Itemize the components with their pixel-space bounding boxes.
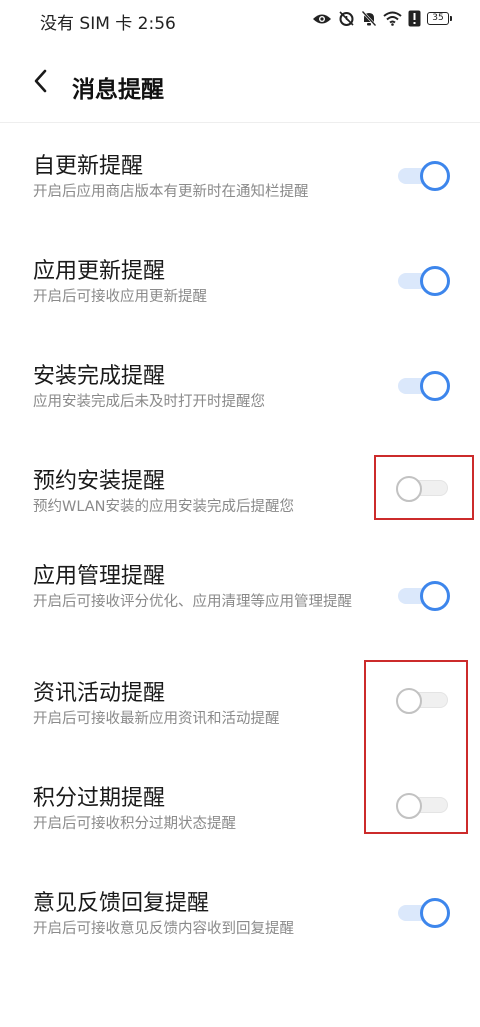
highlight-box	[364, 660, 468, 834]
toggle-switch[interactable]	[396, 371, 450, 401]
setting-description: 开启后可接收最新应用资讯和活动提醒	[33, 711, 280, 727]
toggle-switch[interactable]	[396, 266, 450, 296]
chevron-left-icon	[33, 69, 49, 97]
toggle-switch[interactable]	[396, 898, 450, 928]
header: 消息提醒	[0, 60, 480, 110]
setting-title: 资讯活动提醒	[33, 681, 166, 706]
status-bar: 没有 SIM 卡 2:56 35	[0, 0, 480, 38]
header-divider	[0, 122, 480, 123]
setting-title: 自更新提醒	[33, 154, 144, 179]
alert-icon	[408, 10, 421, 27]
battery-icon: 35	[427, 12, 452, 25]
setting-description: 开启后应用商店版本有更新时在通知栏提醒	[33, 184, 309, 200]
setting-description: 开启后可接收评分优化、应用清理等应用管理提醒	[33, 594, 352, 610]
back-button[interactable]	[24, 66, 58, 100]
setting-title: 意见反馈回复提醒	[33, 891, 210, 916]
setting-title: 应用更新提醒	[33, 259, 166, 284]
setting-title: 应用管理提醒	[33, 564, 166, 589]
bell-off-icon	[361, 10, 377, 27]
setting-title: 积分过期提醒	[33, 786, 166, 811]
setting-title: 安装完成提醒	[33, 364, 166, 389]
toggle-switch[interactable]	[396, 161, 450, 191]
page-title: 消息提醒	[72, 77, 164, 103]
alarm-off-icon	[338, 10, 355, 27]
setting-description: 开启后可接收积分过期状态提醒	[33, 816, 236, 832]
battery-level: 35	[427, 12, 449, 25]
highlight-box	[374, 455, 474, 520]
eye-icon	[312, 12, 332, 26]
carrier-time: 没有 SIM 卡 2:56	[40, 14, 176, 34]
wifi-icon	[383, 11, 402, 26]
toggle-switch[interactable]	[396, 581, 450, 611]
setting-description: 应用安装完成后未及时打开时提醒您	[33, 394, 265, 410]
setting-description: 开启后可接收意见反馈内容收到回复提醒	[33, 921, 294, 937]
setting-description: 开启后可接收应用更新提醒	[33, 289, 207, 305]
setting-description: 预约WLAN安装的应用安装完成后提醒您	[33, 499, 295, 515]
setting-title: 预约安装提醒	[33, 469, 166, 494]
status-icons: 35	[312, 10, 452, 27]
